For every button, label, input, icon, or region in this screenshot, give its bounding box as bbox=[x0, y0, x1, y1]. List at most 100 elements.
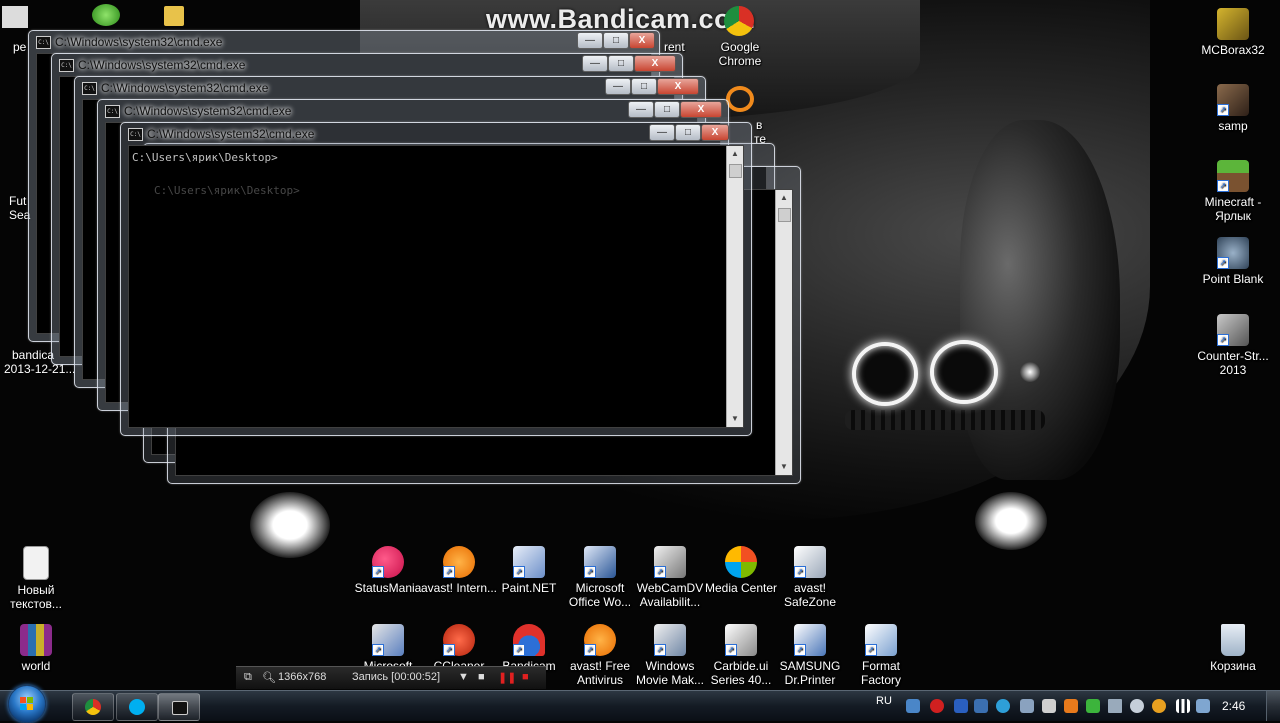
show-desktop-button[interactable] bbox=[1266, 691, 1280, 721]
update-tray-icon[interactable] bbox=[1152, 699, 1166, 713]
window-titlebar[interactable]: C:\ C:\Windows\system32\cmd.exe — □ X bbox=[52, 54, 682, 76]
desktop-icon-google-chrome[interactable]: Google Chrome bbox=[700, 40, 780, 68]
windows-logo-icon bbox=[20, 697, 34, 711]
media-player-icon[interactable] bbox=[92, 4, 120, 26]
console-area[interactable]: C:\Users\ярик\Desktop> C:\Users\ярик\Des… bbox=[128, 145, 744, 428]
scroll-down-arrow[interactable]: ▼ bbox=[776, 459, 792, 475]
window-title: C:\Windows\system32\cmd.exe bbox=[124, 104, 292, 118]
desktop-icon-label: Format Factory bbox=[860, 659, 901, 687]
desktop-icon-label: rent bbox=[664, 40, 685, 54]
desktop-icon-media-center[interactable]: Media Center bbox=[701, 546, 781, 595]
device-tray-icon[interactable] bbox=[974, 699, 988, 713]
minimize-button[interactable]: — bbox=[605, 78, 631, 95]
language-indicator[interactable]: RU bbox=[876, 695, 892, 707]
window-titlebar[interactable]: C:\ C:\Windows\system32\cmd.exe — □ X bbox=[75, 77, 705, 99]
scroll-up-arrow[interactable]: ▲ bbox=[727, 146, 743, 162]
zoom-icon[interactable]: 🔍︎ bbox=[262, 671, 276, 684]
desktop-icon-avast-safezone[interactable]: ➚ avast! SafeZone bbox=[770, 546, 850, 609]
recording-time: Запись [00:00:52] bbox=[352, 671, 441, 683]
desktop-icon-minecraft[interactable]: ➚ Minecraft - Ярлык bbox=[1193, 160, 1273, 223]
vertical-scrollbar[interactable]: ▲ ▼ bbox=[775, 190, 792, 475]
minimize-button[interactable]: — bbox=[649, 124, 675, 141]
maximize-button[interactable]: □ bbox=[631, 78, 657, 95]
chat-tray-icon[interactable] bbox=[1086, 699, 1100, 713]
desktop-icon-world[interactable]: world bbox=[0, 624, 76, 673]
taskbar-cmd[interactable] bbox=[158, 693, 200, 721]
window-titlebar[interactable]: C:\ C:\Windows\system32\cmd.exe — □ X bbox=[29, 31, 659, 53]
pause-icon[interactable]: ❚❚ bbox=[498, 671, 516, 684]
desktop-icon-avast-internet[interactable]: ➚ avast! Intern... bbox=[419, 546, 499, 595]
minimize-button[interactable]: — bbox=[582, 55, 608, 72]
bandicam-recording-bar[interactable]: ⧉ 🔍︎ 1366x768 Запись [00:00:52] ▼ ■ ❚❚ ■ bbox=[236, 666, 546, 689]
scroll-down-arrow[interactable]: ▼ bbox=[727, 411, 743, 427]
desktop-icon-samsung-printer[interactable]: ➚ SAMSUNG Dr.Printer bbox=[770, 624, 850, 687]
cmd-window-active[interactable]: C:\ C:\Windows\system32\cmd.exe — □ X C:… bbox=[120, 122, 752, 436]
usb-tray-icon[interactable] bbox=[1042, 699, 1056, 713]
dropdown-icon[interactable]: ▼ bbox=[458, 671, 469, 683]
bluetooth-icon[interactable] bbox=[954, 699, 968, 713]
start-button[interactable] bbox=[8, 685, 46, 723]
volume-icon[interactable] bbox=[1108, 699, 1122, 713]
scroll-thumb[interactable] bbox=[729, 164, 742, 178]
window-titlebar[interactable]: C:\ C:\Windows\system32\cmd.exe — □ X bbox=[121, 123, 751, 145]
scroll-up-arrow[interactable]: ▲ bbox=[776, 190, 792, 206]
headlight-ring-right bbox=[930, 340, 998, 404]
desktop-icon-paint-net[interactable]: ➚ Paint.NET bbox=[489, 546, 569, 595]
desktop-icon-mcborax32[interactable]: MCBorax32 bbox=[1193, 8, 1273, 57]
close-button[interactable]: X bbox=[657, 78, 699, 95]
taskbar-chrome[interactable] bbox=[72, 693, 114, 721]
desktop-icon-statusmania[interactable]: ➚ StatusMania bbox=[348, 546, 428, 595]
chrome-icon[interactable] bbox=[724, 6, 754, 36]
sync-icon[interactable] bbox=[996, 699, 1010, 713]
close-button[interactable]: X bbox=[634, 55, 676, 72]
desktop-icon-avast-free[interactable]: ➚ avast! Free Antivirus bbox=[560, 624, 640, 687]
desktop-icon-label: avast! SafeZone bbox=[783, 581, 837, 609]
scroll-thumb[interactable] bbox=[778, 208, 791, 222]
vertical-scrollbar[interactable]: ▲ ▼ bbox=[726, 146, 743, 427]
desktop-icon-label: avast! Intern... bbox=[420, 581, 498, 595]
minimize-button[interactable]: — bbox=[577, 32, 603, 49]
close-button[interactable]: X bbox=[680, 101, 722, 118]
camera-icon[interactable]: ■ bbox=[478, 671, 485, 683]
desktop-icon-ms-word[interactable]: ➚ Microsoft Office Wo... bbox=[560, 546, 640, 609]
signal-strength-icon[interactable] bbox=[1176, 699, 1190, 713]
avast-tray-icon[interactable] bbox=[1064, 699, 1078, 713]
maximize-button[interactable]: □ bbox=[675, 124, 701, 141]
battery-icon[interactable] bbox=[1196, 699, 1210, 713]
minimize-button[interactable]: — bbox=[628, 101, 654, 118]
maximize-button[interactable]: □ bbox=[608, 55, 634, 72]
window-select-icon[interactable]: ⧉ bbox=[244, 671, 252, 684]
desktop-icon-samp[interactable]: ➚ samp bbox=[1193, 84, 1273, 133]
ccleaner-icon: ➚ bbox=[443, 624, 475, 656]
desktop-icon-label: Новый текстов... bbox=[10, 583, 62, 611]
desktop-icon-label: Корзина bbox=[1210, 659, 1256, 673]
cmd-icon bbox=[172, 701, 188, 715]
desktop-icon-new-text[interactable]: Новый текстов... bbox=[0, 546, 76, 611]
desktop-icon-point-blank[interactable]: ➚ Point Blank bbox=[1193, 237, 1273, 286]
taskbar-skype[interactable] bbox=[116, 693, 158, 721]
search-app-icon[interactable] bbox=[726, 86, 754, 112]
desktop-icon-webcamdv[interactable]: ➚ WebCamDV Availabilit... bbox=[630, 546, 710, 609]
close-button[interactable]: X bbox=[629, 32, 655, 49]
network-tray-icon[interactable] bbox=[906, 699, 920, 713]
action-center-icon[interactable] bbox=[1130, 699, 1144, 713]
desktop-icon-counter-strike[interactable]: ➚ Counter-Str... 2013 bbox=[1193, 314, 1273, 377]
chrome-icon bbox=[85, 699, 101, 715]
maximize-button[interactable]: □ bbox=[603, 32, 629, 49]
desktop-icon-movie-maker[interactable]: ➚ Windows Movie Mak... bbox=[630, 624, 710, 687]
desktop-icon-recycle-bin[interactable]: Корзина bbox=[1193, 624, 1273, 673]
taskbar-clock[interactable]: 2:46 bbox=[1222, 699, 1245, 713]
close-button[interactable]: X bbox=[701, 124, 729, 141]
record-tray-icon[interactable] bbox=[930, 699, 944, 713]
desktop-icon-carbide[interactable]: ➚ Carbide.ui Series 40... bbox=[701, 624, 781, 687]
desktop-icon-label: в bbox=[756, 118, 763, 132]
avast-icon: ➚ bbox=[443, 546, 475, 578]
maximize-button[interactable]: □ bbox=[654, 101, 680, 118]
window-titlebar[interactable]: C:\ C:\Windows\system32\cmd.exe — □ X bbox=[98, 100, 728, 122]
desktop-icon-file[interactable] bbox=[2, 6, 28, 28]
desktop-icon-format-factory[interactable]: ➚ Format Factory bbox=[841, 624, 921, 687]
stop-icon[interactable]: ■ bbox=[522, 671, 529, 683]
display-tray-icon[interactable] bbox=[1020, 699, 1034, 713]
folder-icon[interactable] bbox=[164, 6, 184, 26]
desktop-icon-label: Counter-Str... 2013 bbox=[1197, 349, 1269, 377]
